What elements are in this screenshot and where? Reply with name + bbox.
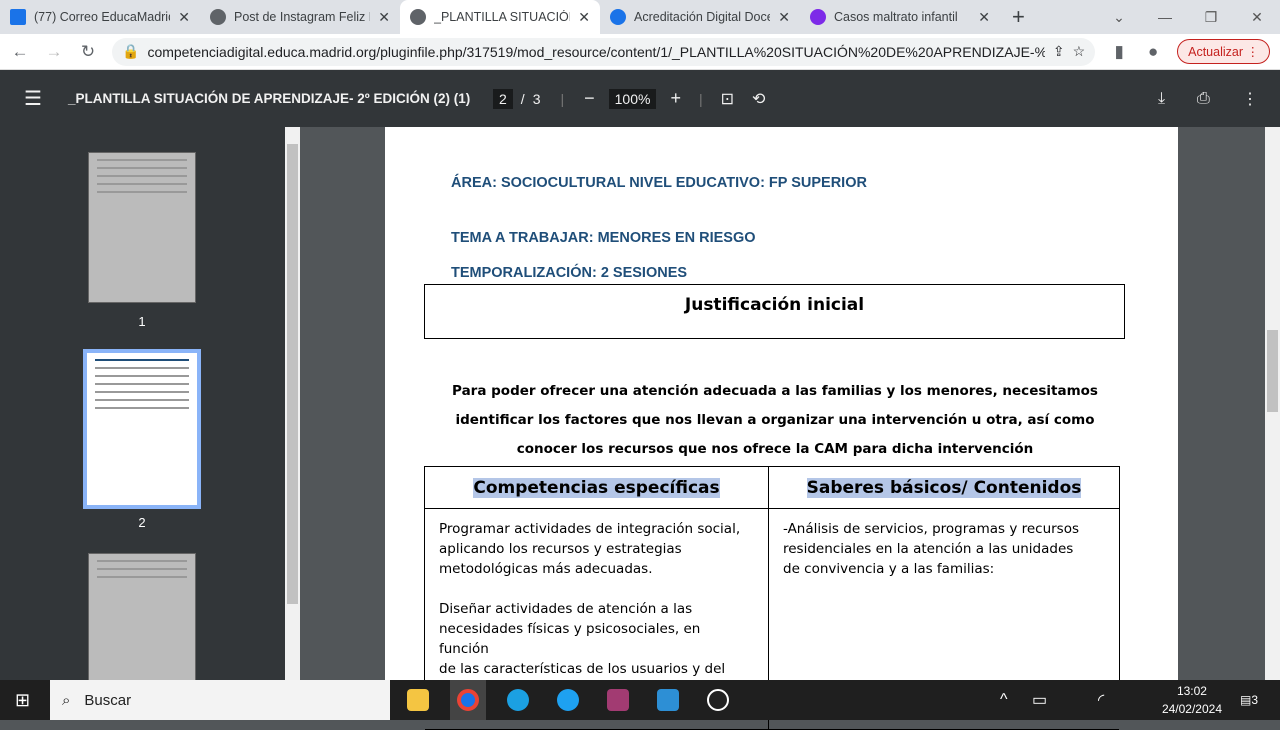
reload-button[interactable]: ↻	[78, 42, 98, 62]
canva-icon	[810, 9, 826, 25]
header-competencias: Competencias específicas	[473, 477, 720, 498]
zoom-in-button[interactable]: +	[670, 88, 681, 109]
close-icon[interactable]: ✕	[378, 9, 390, 26]
restore-button[interactable]: ❐	[1188, 0, 1234, 34]
photos-icon[interactable]	[650, 680, 686, 720]
thumbnail-page-2[interactable]	[83, 349, 201, 509]
notification-center-icon[interactable]: ▤3	[1240, 693, 1258, 707]
bookmark-star-icon[interactable]: ☆	[1073, 43, 1086, 60]
obs-icon[interactable]	[700, 680, 736, 720]
globe-icon	[410, 9, 426, 25]
notification-count: 3	[1251, 693, 1259, 707]
taskbar-search[interactable]: ⌕ Buscar	[50, 680, 390, 720]
chrome-icon[interactable]	[450, 680, 486, 720]
minimize-button[interactable]: —	[1142, 0, 1188, 34]
thumbnail-label: 1	[138, 314, 146, 329]
address-bar-row: ← → ↻ 🔒 competenciadigital.educa.madrid.o…	[0, 34, 1280, 70]
pdf-toolbar: ☰ _PLANTILLA SITUACIÓN DE APRENDIZAJE- 2…	[0, 70, 1280, 127]
url-text: competenciadigital.educa.madrid.org/plug…	[147, 43, 1045, 60]
mail-icon	[10, 9, 26, 25]
rotate-icon[interactable]: ⟲	[752, 89, 765, 109]
temporalizacion-heading: TEMPORALIZACIÓN: 2 SESIONES	[451, 265, 688, 281]
close-icon[interactable]: ✕	[978, 9, 990, 26]
wifi-icon[interactable]: ◜	[1098, 690, 1104, 710]
update-button[interactable]: Actualizar ⋮	[1177, 39, 1270, 64]
table-header: Saberes básicos/ Contenidos	[769, 467, 1119, 509]
update-label: Actualizar	[1188, 45, 1244, 59]
document-title: _PLANTILLA SITUACIÓN DE APRENDIZAJE- 2º …	[68, 91, 471, 106]
tab-title: Post de Instagram Feliz Día	[234, 10, 370, 24]
menu-icon[interactable]: ☰	[24, 86, 42, 111]
tab-plantilla[interactable]: _PLANTILLA SITUACIÓN DE ✕	[400, 0, 600, 34]
graduation-cap-icon	[610, 9, 626, 25]
close-icon[interactable]: ✕	[578, 9, 590, 26]
tema-heading: TEMA A TRABAJAR: MENORES EN RIESGO	[451, 230, 756, 246]
winrar-icon[interactable]	[600, 680, 636, 720]
show-hidden-icons[interactable]: ^	[1000, 691, 1008, 709]
tab-correo[interactable]: (77) Correo EducaMadrid ✕	[0, 0, 200, 34]
new-tab-button[interactable]: +	[1012, 4, 1025, 30]
url-input[interactable]: 🔒 competenciadigital.educa.madrid.org/plu…	[112, 37, 1096, 66]
edge-icon[interactable]	[500, 680, 536, 720]
close-icon[interactable]: ✕	[778, 9, 790, 26]
more-options-icon[interactable]: ⋮	[1242, 89, 1258, 109]
download-icon[interactable]: ⤓	[1158, 90, 1165, 108]
tab-title: _PLANTILLA SITUACIÓN DE	[434, 10, 570, 24]
page-number-input[interactable]: 2	[493, 88, 513, 109]
page-separator: /	[520, 90, 525, 107]
competencias-table: Competencias específicas Saberes básicos…	[424, 466, 1120, 730]
main-scrollbar[interactable]	[1265, 127, 1280, 680]
fit-page-icon[interactable]: ⊡	[721, 89, 734, 109]
windows-start-icon[interactable]: ⊞	[15, 690, 30, 711]
tab-strip: (77) Correo EducaMadrid ✕ Post de Instagr…	[0, 0, 1280, 34]
tab-title: (77) Correo EducaMadrid	[34, 10, 171, 24]
search-icon: ⌕	[62, 691, 71, 709]
taskbar: ⊞ ⌕ Buscar ^ ▭ ◜ 13:02 24/02/2024 ▤3	[0, 680, 1280, 720]
tab-casos[interactable]: Casos maltrato infantil ✕	[800, 0, 1000, 34]
justificacion-text: Para poder ofrecer una atención adecuada…	[452, 383, 1098, 457]
file-explorer-icon[interactable]	[400, 680, 436, 720]
date: 24/02/2024	[1161, 702, 1222, 716]
profile-avatar[interactable]: ●	[1143, 42, 1163, 62]
sidebar-scrollbar[interactable]	[285, 127, 300, 680]
globe-icon	[210, 9, 226, 25]
thumbnail-label: 2	[138, 515, 146, 530]
forward-button[interactable]: →	[44, 42, 64, 62]
lock-icon: 🔒	[122, 43, 140, 59]
tab-acreditacion[interactable]: Acreditación Digital Docente ✕	[600, 0, 800, 34]
tab-title: Acreditación Digital Docente	[634, 10, 771, 24]
tab-search-icon[interactable]: ⌄	[1096, 0, 1142, 34]
close-icon[interactable]: ✕	[178, 9, 190, 26]
area-heading: ÁREA: SOCIOCULTURAL NIVEL EDUCATIVO: FP …	[451, 175, 867, 191]
page-total: 3	[532, 90, 541, 107]
tab-title: Casos maltrato infantil	[834, 10, 958, 24]
tab-instagram[interactable]: Post de Instagram Feliz Día ✕	[200, 0, 400, 34]
back-button[interactable]: ←	[10, 42, 30, 62]
internet-explorer-icon[interactable]	[550, 680, 586, 720]
share-icon[interactable]: ⇪	[1053, 43, 1065, 60]
close-window-button[interactable]: ✕	[1234, 0, 1280, 34]
pdf-page: ÁREA: SOCIOCULTURAL NIVEL EDUCATIVO: FP …	[385, 127, 1178, 730]
clock[interactable]: 13:02 24/02/2024	[1162, 682, 1222, 718]
zoom-out-button[interactable]: −	[584, 88, 595, 109]
thumbnail-page-1[interactable]	[88, 152, 196, 303]
thumbnail-page-3[interactable]	[88, 553, 196, 683]
thumbnail-sidebar: 1 2	[0, 127, 300, 683]
battery-icon[interactable]: ▭	[1032, 690, 1047, 710]
table-header: Competencias específicas	[425, 467, 769, 509]
side-panel-icon[interactable]: ▮	[1109, 42, 1129, 62]
time: 13:02	[1176, 684, 1207, 698]
justificacion-box: Justificación inicial	[424, 284, 1125, 339]
header-saberes: Saberes básicos/ Contenidos	[806, 477, 1082, 498]
zoom-input[interactable]: 100%	[608, 88, 657, 109]
print-icon[interactable]: ⎙	[1197, 90, 1210, 108]
search-placeholder: Buscar	[84, 691, 132, 709]
justificacion-title: Justificación inicial	[684, 295, 865, 315]
